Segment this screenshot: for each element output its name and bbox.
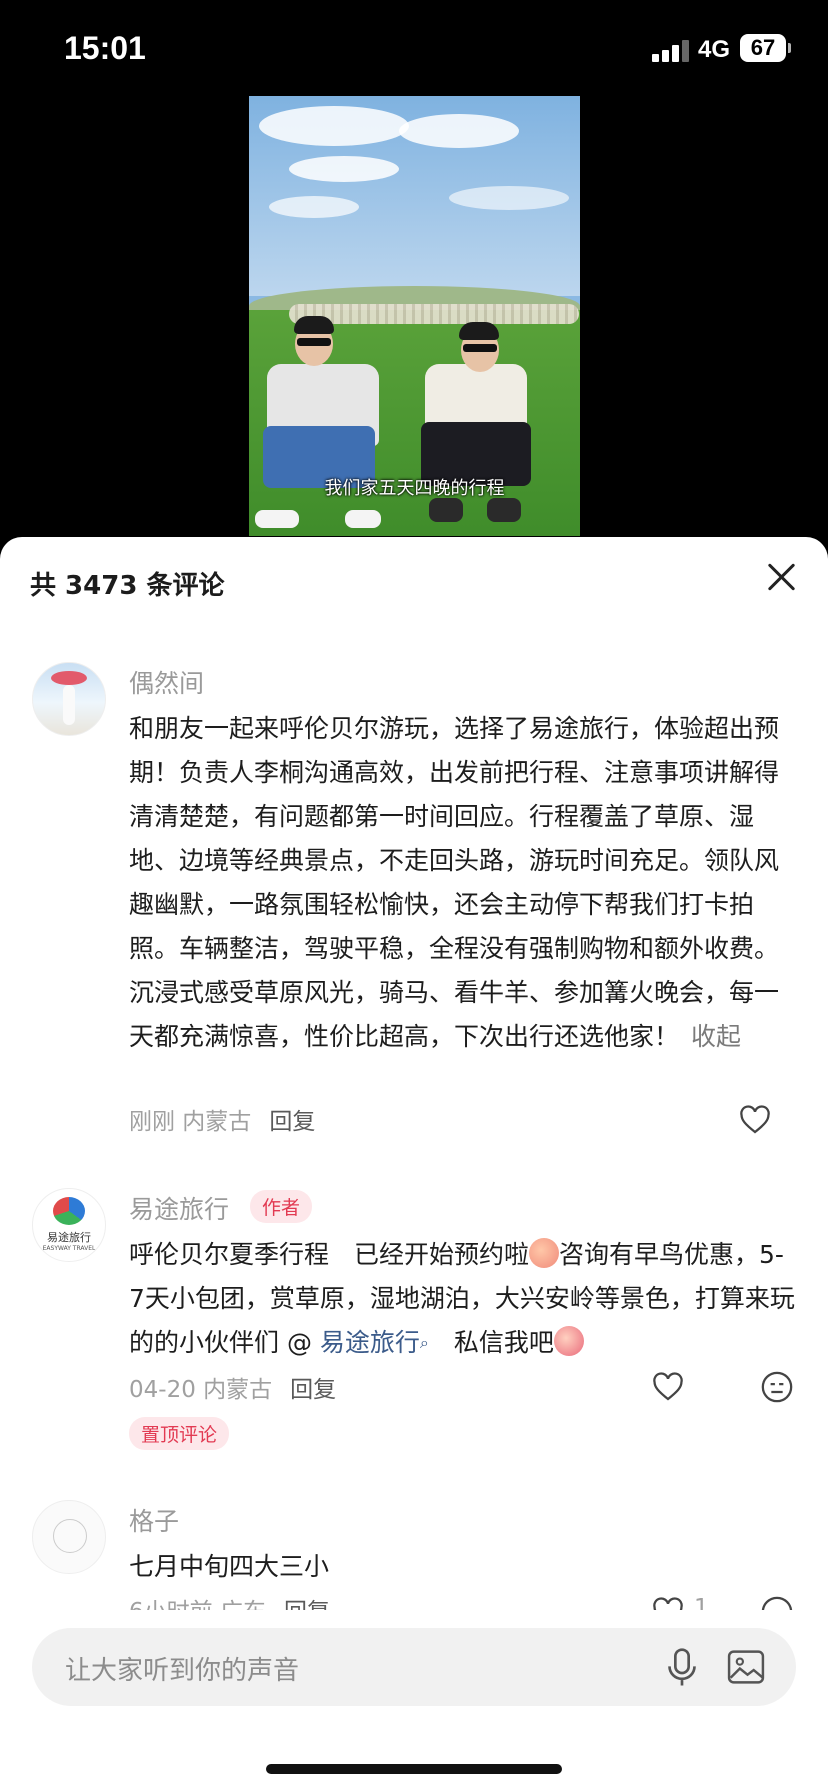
- comments-sheet: 共 3473 条评论 偶然间 和朋友一起来呼伦贝尔游玩，选择了易途旅行，体验超出…: [0, 537, 828, 1792]
- network-type: 4G: [698, 36, 731, 63]
- comment-input-placeholder: 让大家听到你的声音: [65, 1656, 300, 1686]
- like-count: 1: [694, 1595, 709, 1610]
- comment-username[interactable]: 格子: [129, 1502, 179, 1538]
- comment-meta: 6小时前 广东 回复: [129, 1592, 330, 1610]
- comment-text: 七月中旬四大三小: [129, 1552, 330, 1581]
- comment-time-location: 6小时前 广东: [129, 1599, 266, 1610]
- comment-item: 格子 七月中旬四大三小 6小时前 广东 回复 1: [0, 537, 828, 1610]
- battery-icon: 67: [740, 34, 791, 62]
- video-player[interactable]: 我们家五天四晚的行程: [249, 96, 580, 536]
- status-bar: 15:01 4G 67: [0, 0, 828, 96]
- reply-button[interactable]: 回复: [284, 1599, 330, 1610]
- dislike-face-icon[interactable]: [760, 1595, 794, 1610]
- status-time: 15:01: [64, 30, 146, 66]
- image-icon[interactable]: [726, 1648, 766, 1686]
- microphone-icon[interactable]: [662, 1646, 702, 1690]
- home-indicator[interactable]: [266, 1764, 562, 1774]
- video-caption: 我们家五天四晚的行程: [324, 478, 505, 499]
- like-heart-icon[interactable]: [651, 1595, 685, 1610]
- comment-input[interactable]: 让大家听到你的声音: [32, 1628, 796, 1706]
- sheep-herd: [289, 304, 579, 324]
- avatar[interactable]: [32, 1500, 106, 1574]
- signal-icon: [652, 40, 689, 62]
